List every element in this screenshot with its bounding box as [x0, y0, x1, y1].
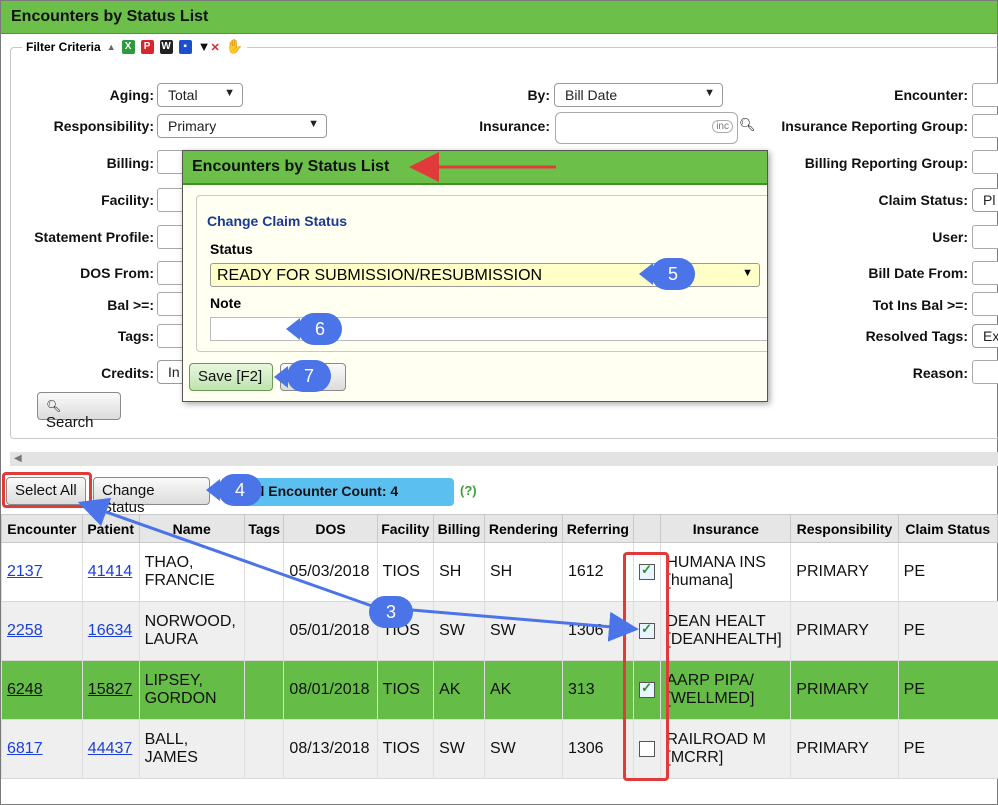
- callout-7-pointer: [274, 366, 288, 388]
- callout-5: 5: [651, 258, 695, 290]
- callout-6: 6: [298, 313, 342, 345]
- callout-7: 7: [287, 360, 331, 392]
- callout-3: 3: [369, 596, 413, 628]
- callout-4: 4: [218, 474, 262, 506]
- select-all-arrow: [77, 497, 373, 608]
- annotation-overlay: [77, 152, 639, 642]
- checkbox-arrow: [411, 608, 639, 642]
